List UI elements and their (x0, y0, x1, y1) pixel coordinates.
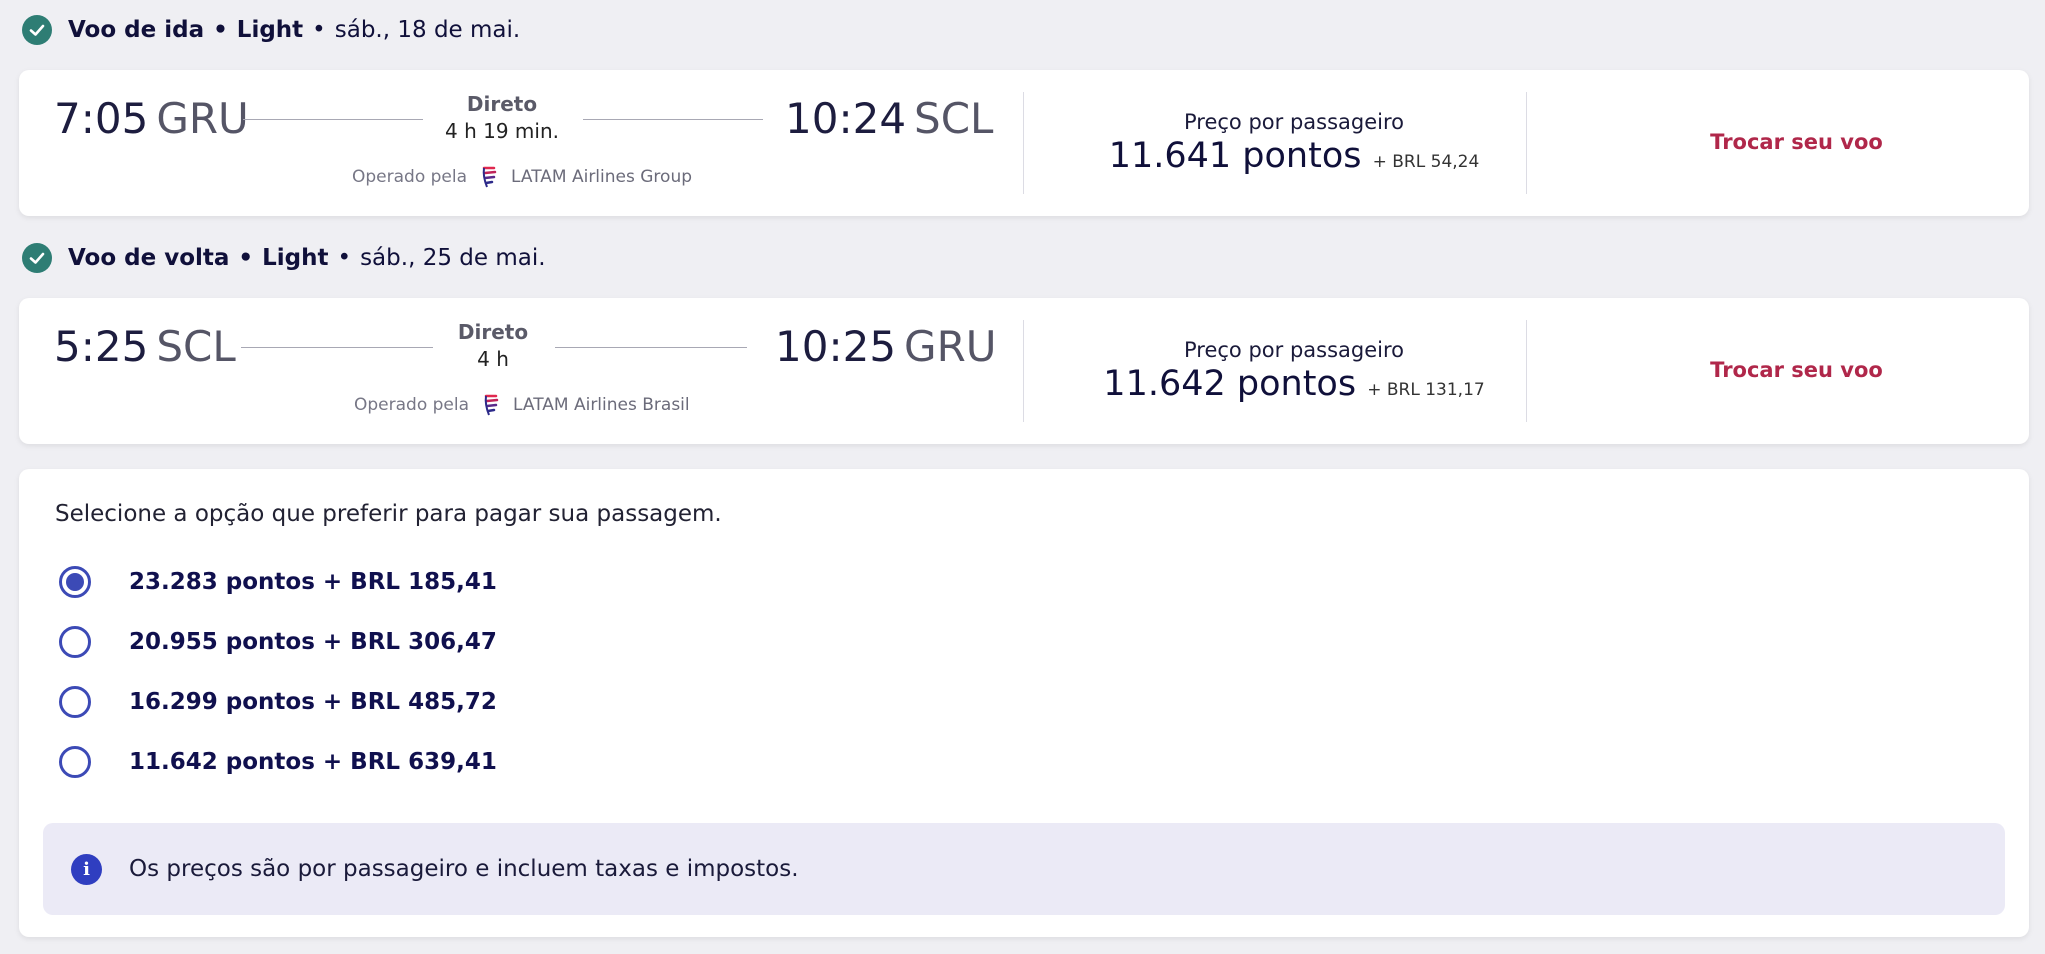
arrival-airport: SCL (914, 94, 994, 143)
price-per-passenger: Preço por passageiro 11.641 pontos + BRL… (1039, 110, 1549, 176)
outbound-fare: Light (236, 17, 304, 43)
route-line (583, 119, 763, 120)
price-extra: + BRL 131,17 (1367, 380, 1485, 400)
outbound-date: sáb., 18 de mai. (334, 17, 521, 43)
route-line (243, 119, 423, 120)
departure: 5:25 SCL (54, 322, 236, 371)
points-value: 11.641 pontos (1108, 136, 1362, 176)
operated-by-label: Operado pela (354, 395, 470, 415)
arrival-time: 10:24 (785, 94, 907, 143)
separator-dot: • (238, 245, 254, 271)
radio-button-selected[interactable] (59, 566, 91, 598)
departure: 7:05 GRU (54, 94, 249, 143)
check-circle-icon (22, 243, 52, 273)
payment-option-label: 11.642 pontos + BRL 639,41 (129, 749, 497, 775)
separator-dot: • (213, 17, 228, 43)
arrival-airport: GRU (904, 322, 997, 371)
airline-name: LATAM Airlines Brasil (513, 395, 690, 415)
radio-button[interactable] (59, 686, 91, 718)
radio-button[interactable] (59, 746, 91, 778)
price-points: 11.641 pontos + BRL 54,24 (1039, 136, 1549, 176)
flight-duration: 4 h (477, 347, 509, 371)
airline-name: LATAM Airlines Group (511, 167, 693, 187)
flight-duration: 4 h 19 min. (445, 119, 559, 143)
return-fare: Light (262, 245, 329, 271)
latam-logo-icon (482, 166, 497, 188)
payment-option[interactable]: 20.955 pontos + BRL 306,47 (59, 626, 497, 658)
separator-dot: • (337, 245, 352, 271)
operated-by-label: Operado pela (352, 167, 468, 187)
departure-airport: GRU (156, 94, 249, 143)
route-info: Direto 4 h (393, 320, 593, 371)
route-info: Direto 4 h 19 min. (402, 92, 602, 143)
arrival-time: 10:25 (775, 322, 897, 371)
info-text: Os preços são por passageiro e incluem t… (129, 856, 799, 882)
operated-by: Operado pela LATAM Airlines Brasil (354, 393, 690, 417)
payment-options-card: Selecione a opção que preferir para paga… (19, 469, 2029, 937)
divider (1023, 320, 1024, 422)
divider (1526, 92, 1527, 194)
outbound-title: Voo de ida (68, 17, 205, 43)
price-label: Preço por passageiro (1184, 338, 1404, 362)
route-line (555, 347, 747, 348)
check-circle-icon (22, 15, 52, 45)
latam-logo-icon (484, 394, 499, 416)
arrival: 10:25 GRU (775, 322, 997, 371)
outbound-flight-card: 7:05 GRU Direto 4 h 19 min. 10:24 SCL Oper… (19, 70, 2029, 216)
direct-label: Direto (466, 92, 538, 116)
divider (1526, 320, 1527, 422)
payment-option[interactable]: 16.299 pontos + BRL 485,72 (59, 686, 497, 718)
arrival: 10:24 SCL (785, 94, 993, 143)
departure-airport: SCL (156, 322, 236, 371)
radio-button[interactable] (59, 626, 91, 658)
departure-time: 7:05 (54, 94, 149, 143)
price-points: 11.642 pontos + BRL 131,17 (1039, 364, 1549, 404)
info-icon: i (71, 853, 102, 885)
direct-label: Direto (457, 320, 529, 344)
info-banner: i Os preços são por passageiro e incluem… (43, 823, 2005, 915)
price-label: Preço por passageiro (1184, 110, 1404, 134)
return-flight-card: 5:25 SCL Direto 4 h 10:25 GRU Operado pela… (19, 298, 2029, 444)
price-per-passenger: Preço por passageiro 11.642 pontos + BRL… (1039, 338, 1549, 404)
change-flight-button[interactable]: Trocar seu voo (1549, 130, 2044, 154)
outbound-header: Voo de ida • Light • sáb., 18 de mai. (22, 15, 520, 45)
operated-by: Operado pela LATAM Airlines Group (352, 165, 692, 189)
payment-option-label: 16.299 pontos + BRL 485,72 (129, 689, 497, 715)
payment-option-label: 23.283 pontos + BRL 185,41 (129, 569, 497, 595)
change-flight-button[interactable]: Trocar seu voo (1549, 358, 2044, 382)
payment-option-label: 20.955 pontos + BRL 306,47 (129, 629, 497, 655)
payment-option[interactable]: 11.642 pontos + BRL 639,41 (59, 746, 497, 778)
departure-time: 5:25 (54, 322, 149, 371)
return-header: Voo de volta • Light • sáb., 25 de mai. (22, 243, 546, 273)
points-value: 11.642 pontos (1103, 364, 1357, 404)
payment-option[interactable]: 23.283 pontos + BRL 185,41 (59, 566, 497, 598)
return-date: sáb., 25 de mai. (360, 245, 546, 271)
divider (1023, 92, 1024, 194)
separator-dot: • (312, 17, 326, 43)
return-title: Voo de volta (68, 245, 230, 271)
price-extra: + BRL 54,24 (1372, 152, 1480, 172)
payment-title: Selecione a opção que preferir para paga… (55, 501, 722, 527)
